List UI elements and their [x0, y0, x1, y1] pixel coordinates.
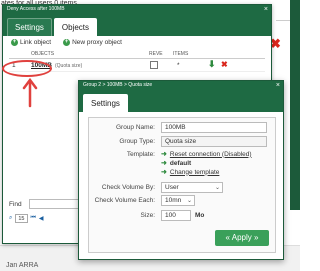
check-volume-each-value: 10mn	[165, 197, 182, 204]
group-type-label: Group Type:	[119, 138, 155, 145]
link-object-label: Link object	[20, 39, 52, 46]
column-reverse: REVE	[149, 51, 163, 57]
row-items: *	[177, 62, 180, 69]
objects-dialog-titlebar[interactable]: Deny Access after 100MB ×	[3, 5, 271, 14]
plus-icon: +	[11, 39, 18, 46]
close-icon[interactable]: ×	[276, 81, 280, 90]
delete-icon[interactable]: ✖	[221, 60, 228, 69]
column-items: ITEMS	[173, 51, 189, 57]
check-volume-each-select[interactable]: 10mn ⌄	[161, 195, 195, 206]
check-volume-by-value: User	[165, 184, 179, 191]
search-icon[interactable]: ⌕	[9, 215, 12, 222]
arrow-right-icon: ➜	[161, 169, 167, 176]
check-volume-each-label: Check Volume Each:	[94, 197, 155, 204]
size-field[interactable]: 100	[161, 210, 191, 221]
change-template-link[interactable]: ➜ Change template	[161, 168, 220, 177]
size-label: Size:	[140, 212, 155, 219]
plus-icon: +	[63, 39, 71, 46]
reset-connection-link[interactable]: ➜ Reset connection (Disabled)	[161, 150, 252, 159]
download-arrow-icon[interactable]: ⬇	[208, 59, 216, 70]
group-name-field[interactable]: 100MB	[161, 122, 267, 133]
annotation-ellipse	[2, 60, 52, 77]
quota-size-dialog: Group 2 > 100MB > Quota size × Settings …	[78, 80, 284, 260]
background-footer-text: Jan ARRA	[6, 262, 39, 269]
first-page-icon[interactable]: ⏮	[31, 215, 36, 222]
arrow-right-icon: ➜	[161, 151, 167, 158]
arrow-right-icon: ➜	[161, 160, 167, 167]
default-template-label: default	[169, 159, 192, 167]
group-type-field: Quota size	[161, 136, 267, 147]
objects-dialog-title: Deny Access after 100MB	[7, 6, 65, 12]
pager: ⌕ 15 ⏮ ◀	[9, 214, 44, 223]
close-icon[interactable]: ×	[264, 5, 268, 14]
background-sidebar	[290, 0, 300, 210]
tab-objects[interactable]: Objects	[53, 18, 98, 36]
reset-connection-label: Reset connection (Disabled)	[169, 150, 252, 158]
group-name-label: Group Name:	[115, 124, 155, 131]
chevron-down-icon: ⌄	[214, 185, 220, 191]
link-object-button[interactable]: + Link object	[11, 39, 51, 46]
new-proxy-object-label: New proxy object	[72, 39, 122, 46]
change-template-label: Change template	[169, 168, 220, 176]
row-object-type: (Quota size)	[55, 63, 83, 69]
template-label: Template:	[126, 151, 155, 158]
object-actions: + Link object + New proxy object	[3, 36, 271, 49]
apply-button[interactable]: « Apply »	[215, 230, 269, 246]
chevron-down-icon: ⌄	[186, 198, 192, 204]
tab-settings[interactable]: Settings	[83, 94, 128, 112]
reverse-checkbox[interactable]	[150, 61, 158, 69]
check-volume-by-select[interactable]: User ⌄	[161, 182, 223, 193]
size-unit: Mo	[195, 212, 205, 219]
check-volume-by-label: Check Volume By:	[101, 184, 155, 191]
objects-table-header: OBJECTS REVE ITEMS	[9, 49, 265, 59]
quota-dialog-tabs: Settings	[79, 90, 283, 112]
tab-settings[interactable]: Settings	[7, 18, 52, 36]
find-label: Find	[9, 201, 22, 208]
find-input[interactable]	[29, 199, 83, 209]
quota-dialog-title: Group 2 > 100MB > Quota size	[83, 82, 153, 88]
page-size-select[interactable]: 15	[15, 214, 28, 223]
new-proxy-object-button[interactable]: + New proxy object	[63, 39, 122, 46]
objects-dialog-tabs: Settings Objects	[3, 14, 271, 36]
column-objects: OBJECTS	[31, 51, 55, 57]
default-template: ➜ default	[161, 159, 192, 168]
quota-dialog-titlebar[interactable]: Group 2 > 100MB > Quota size ×	[79, 81, 283, 90]
prev-page-icon[interactable]: ◀	[39, 215, 44, 222]
settings-panel: Group Name: 100MB Group Type: Quota size…	[88, 117, 276, 253]
